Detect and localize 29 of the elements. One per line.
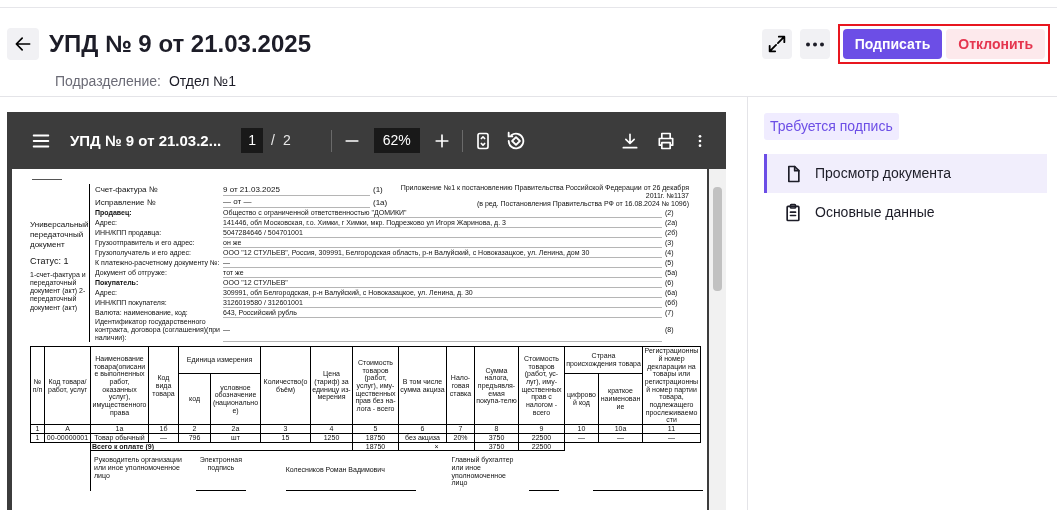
more-button[interactable] — [799, 29, 830, 59]
field-value: — от — — [223, 196, 370, 209]
field-code: (1) — [373, 184, 384, 197]
zoom-field[interactable]: 62% — [373, 128, 420, 153]
reject-button[interactable]: Отклонить — [946, 29, 1045, 59]
back-button[interactable] — [7, 28, 39, 60]
subdivision-value: Отдел №1 — [168, 72, 237, 91]
document-title: УПД № 9 от 21.03.2025 — [49, 29, 311, 59]
print-icon[interactable] — [656, 130, 676, 151]
viewer-title: УПД № 9 от 21.03.2... — [70, 131, 222, 151]
page-number-field[interactable]: 1 — [241, 128, 263, 153]
document-status: Статус: 1 — [30, 256, 70, 267]
page-count: 2 — [282, 131, 291, 150]
scrollbar[interactable] — [709, 169, 726, 510]
field-label: Исправление № — [95, 196, 157, 209]
field-value: 9 от 21.03.2025 — [223, 184, 370, 197]
sidebar-item[interactable]: Просмотр документа — [764, 154, 1047, 193]
sign-button[interactable]: Подписать — [842, 29, 943, 59]
status-badge: Требуется подпись — [764, 113, 899, 140]
document-type: Универсальный передаточный документ — [30, 220, 86, 250]
subdivision-label: Подразделение: — [55, 72, 161, 91]
back-arrow-icon — [13, 34, 33, 54]
page-separator: / — [271, 131, 275, 150]
field-label: Счет-фактура № — [95, 184, 159, 197]
clipboard-icon — [783, 202, 803, 223]
more-icon — [805, 41, 824, 47]
fullscreen-button[interactable] — [761, 29, 792, 59]
field-code: (1а) — [373, 196, 389, 209]
sidebar-item[interactable]: Основные данные — [764, 193, 1047, 232]
